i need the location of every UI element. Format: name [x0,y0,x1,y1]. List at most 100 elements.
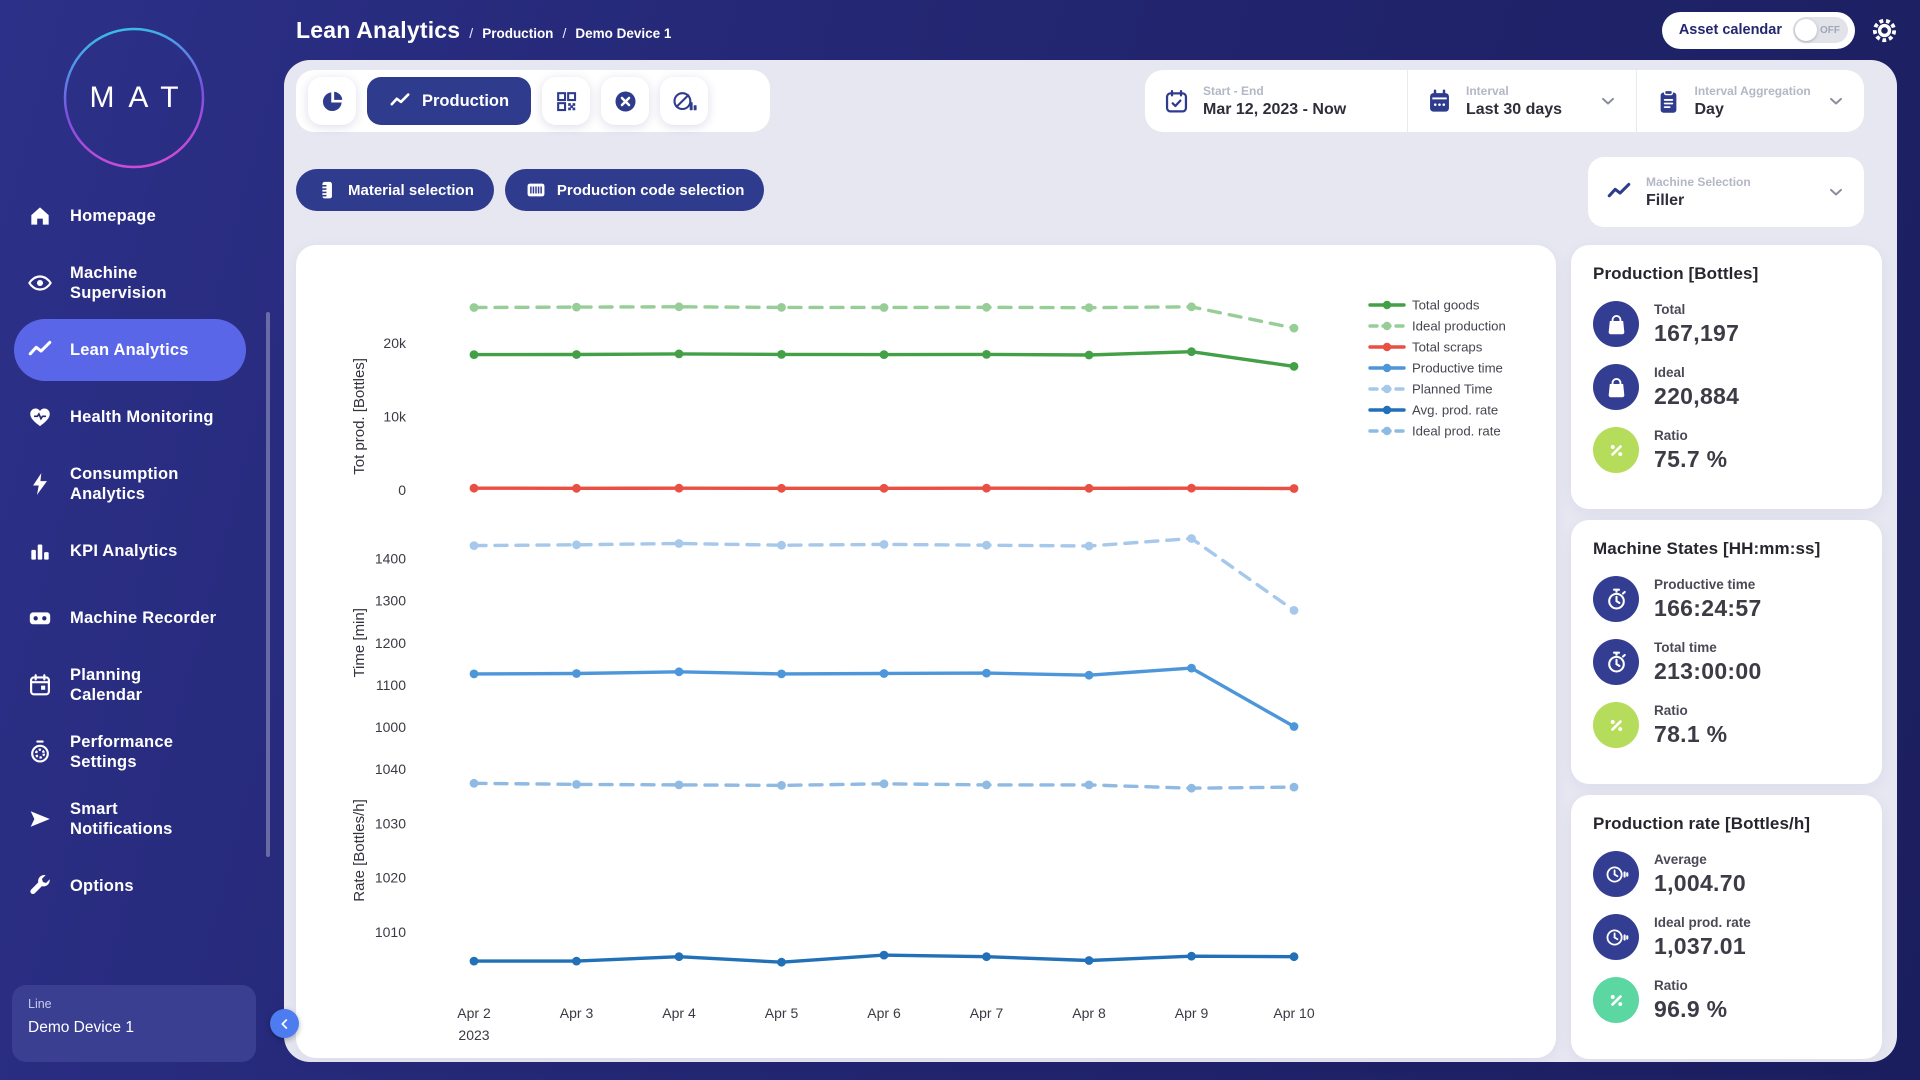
data-point[interactable] [982,669,991,678]
data-point[interactable] [572,957,581,966]
data-point[interactable] [675,539,684,548]
production-code-selection-button[interactable]: Production code selection [505,169,765,211]
data-point[interactable] [470,670,479,679]
data-point[interactable] [880,669,889,678]
data-point[interactable] [1290,484,1299,493]
settings-gear-icon[interactable] [1871,17,1898,44]
data-point[interactable] [880,540,889,549]
breadcrumb-production[interactable]: Production [482,26,553,41]
sidebar-item-lean-analytics[interactable]: Lean Analytics [14,319,246,381]
sidebar-item-machine-recorder[interactable]: Machine Recorder [14,587,246,649]
legend-item-planned-time[interactable]: Planned Time [1370,382,1493,397]
data-point[interactable] [982,952,991,961]
material-selection-button[interactable]: Material selection [296,169,494,211]
data-point[interactable] [982,484,991,493]
data-point[interactable] [1187,534,1196,543]
data-point[interactable] [1187,784,1196,793]
rate-view-button[interactable] [660,77,708,125]
data-point[interactable] [1085,542,1094,551]
sidebar-item-health-monitoring[interactable]: Health Monitoring [14,386,246,448]
legend-item-total-scraps[interactable]: Total scraps [1370,340,1483,355]
data-point[interactable] [1085,671,1094,680]
data-point[interactable] [675,302,684,311]
data-point[interactable] [777,670,786,679]
toggle-switch[interactable]: OFF [1793,17,1848,43]
data-point[interactable] [1290,606,1299,615]
legend-item-avg-prod-rate[interactable]: Avg. prod. rate [1370,403,1498,418]
production-code-view-button[interactable] [542,77,590,125]
data-point[interactable] [572,780,581,789]
scraps-view-button[interactable] [601,77,649,125]
asset-calendar-toggle[interactable]: Asset calendar OFF [1662,12,1855,49]
data-point[interactable] [470,303,479,312]
data-point[interactable] [982,541,991,550]
legend-item-total-goods[interactable]: Total goods [1370,298,1480,313]
data-point[interactable] [675,952,684,961]
data-point[interactable] [1290,952,1299,961]
data-point[interactable] [880,951,889,960]
data-point[interactable] [777,350,786,359]
sidebar-item-kpi-analytics[interactable]: KPI Analytics [14,520,246,582]
sidebar-item-consumption-analytics[interactable]: Consumption Analytics [14,453,246,515]
legend-item-productive-time[interactable]: Productive time [1370,361,1503,376]
series-line-planned-time[interactable] [474,539,1294,611]
data-point[interactable] [470,350,479,359]
aggregation-filter[interactable]: Interval Aggregation Day [1636,70,1865,132]
data-point[interactable] [880,484,889,493]
data-point[interactable] [777,303,786,312]
data-point[interactable] [777,541,786,550]
data-point[interactable] [1085,303,1094,312]
data-point[interactable] [1085,351,1094,360]
data-point[interactable] [1187,347,1196,356]
sidebar-collapse-button[interactable] [270,1009,299,1038]
legend-item-ideal-prod-rate[interactable]: Ideal prod. rate [1370,424,1501,439]
sidebar-item-planning-calendar[interactable]: Planning Calendar [14,654,246,716]
data-point[interactable] [777,484,786,493]
data-point[interactable] [982,781,991,790]
data-point[interactable] [777,958,786,967]
data-point[interactable] [1187,484,1196,493]
data-point[interactable] [675,667,684,676]
data-point[interactable] [1187,664,1196,673]
data-point[interactable] [777,781,786,790]
data-point[interactable] [675,781,684,790]
interval-filter[interactable]: Interval Last 30 days [1407,70,1636,132]
sidebar-item-options[interactable]: Options [14,855,246,917]
pie-view-button[interactable] [308,77,356,125]
data-point[interactable] [572,303,581,312]
data-point[interactable] [572,350,581,359]
data-point[interactable] [880,303,889,312]
sidebar-item-machine-supervision[interactable]: Machine Supervision [14,252,246,314]
data-point[interactable] [470,779,479,788]
data-point[interactable] [470,957,479,966]
legend-item-ideal-production[interactable]: Ideal production [1370,319,1506,334]
data-point[interactable] [675,484,684,493]
data-point[interactable] [1290,362,1299,371]
data-point[interactable] [572,540,581,549]
data-point[interactable] [675,350,684,359]
sidebar-scrollbar[interactable] [266,312,270,857]
data-point[interactable] [572,484,581,493]
data-point[interactable] [880,350,889,359]
machine-selection-dropdown[interactable]: Machine Selection Filler [1588,157,1864,227]
data-point[interactable] [1085,781,1094,790]
data-point[interactable] [1290,783,1299,792]
sidebar-item-performance-settings[interactable]: Performance Settings [14,721,246,783]
data-point[interactable] [1085,484,1094,493]
line-selector[interactable]: Line Demo Device 1 [12,985,256,1062]
production-view-button[interactable]: Production [367,77,531,125]
data-point[interactable] [1085,956,1094,965]
sidebar-item-smart-notifications[interactable]: Smart Notifications [14,788,246,850]
data-point[interactable] [470,541,479,550]
data-point[interactable] [1290,722,1299,731]
data-point[interactable] [982,350,991,359]
data-point[interactable] [880,779,889,788]
breadcrumb-device[interactable]: Demo Device 1 [575,26,671,41]
sidebar-item-homepage[interactable]: Homepage [14,185,246,247]
data-point[interactable] [982,303,991,312]
data-point[interactable] [1290,324,1299,333]
start-end-filter[interactable]: Start - End Mar 12, 2023 - Now [1145,70,1407,132]
data-point[interactable] [1187,302,1196,311]
data-point[interactable] [572,669,581,678]
data-point[interactable] [1187,952,1196,961]
